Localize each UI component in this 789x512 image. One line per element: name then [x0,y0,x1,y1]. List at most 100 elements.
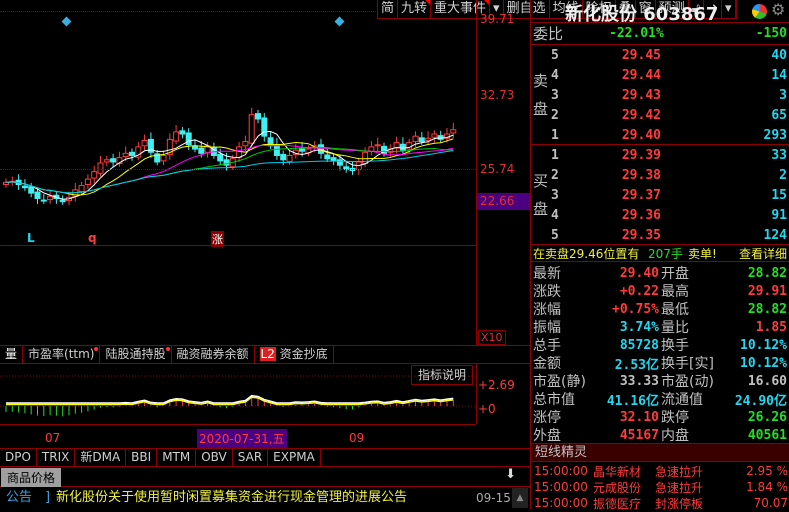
candle-body[interactable] [273,144,280,157]
stat-label: 外盘 [533,428,561,444]
candle-body[interactable] [122,152,129,158]
sprite-row[interactable]: 15:00:00 晶华新材 急速拉升 2.95 % [531,463,789,479]
stat-value: 33.33 [619,373,659,389]
stat-value: 16.60 [747,373,787,389]
candle-body[interactable] [160,155,167,162]
candle-body[interactable] [173,131,180,142]
book-row[interactable]: 3 29.37 15 [551,185,789,205]
candle-body[interactable] [40,199,47,202]
tab-margin[interactable]: 融资融券余额 [172,346,255,363]
level: 3 [551,187,559,203]
candle-body[interactable] [450,129,457,134]
candle-body[interactable] [47,195,54,201]
stat-label: 最高 [661,284,689,300]
nine-turn-button[interactable]: 九转 [398,0,432,18]
tab-bbi[interactable]: BBI [126,449,158,466]
book-row[interactable]: 4 29.44 14 [551,65,789,85]
book-row[interactable]: 2 29.42 65 [551,105,789,125]
sprite-header[interactable]: 短线精灵 [531,443,789,462]
stat-value: 45167 [619,427,659,443]
candle-body[interactable] [103,159,110,163]
download-icon[interactable]: ⬇ [505,467,516,482]
stat-label: 内盘 [661,428,689,444]
book-row[interactable]: 1 29.40 293 [551,125,789,145]
tab-mtm[interactable]: MTM [157,449,197,466]
stat-label: 换手[实] [661,356,714,372]
tab-dpo[interactable]: DPO [0,449,37,466]
goods-price-button[interactable]: 商品价格 [1,468,62,487]
pie-chart-icon[interactable] [752,4,767,19]
tab-volume[interactable]: 量 [0,346,24,363]
simple-button[interactable]: 简 [378,0,399,18]
candle-body[interactable] [425,137,432,141]
candle-body[interactable] [324,154,331,160]
tab-obv[interactable]: OBV [196,449,233,466]
view-details-link[interactable]: 查看详细 [739,245,787,262]
candle-body[interactable] [412,135,419,143]
candle-body[interactable] [236,146,243,159]
stat-label: 金额 [533,356,561,372]
tab-l2-bottom[interactable]: L2 资金抄底 [255,346,334,363]
candle-body[interactable] [280,153,287,161]
candle-body[interactable] [431,133,438,138]
book-row[interactable]: 3 29.43 3 [551,85,789,105]
candle-body[interactable] [84,178,91,186]
candle-body[interactable] [91,171,98,179]
candle-body[interactable] [141,139,148,147]
gear-icon[interactable]: ⚙ [771,0,785,19]
indicator-chart[interactable] [0,364,476,424]
candlestick-chart[interactable] [0,0,476,250]
tab-hk-connect[interactable]: 陆股通持股 [100,346,172,363]
sprite-row[interactable]: 15:00:00 元成股份 急速拉升 1.84 % [531,479,789,495]
candle-body[interactable] [198,147,205,154]
indicator-help-button[interactable]: 指标说明 [411,365,474,385]
candle-body[interactable] [59,199,66,203]
book-row[interactable]: 5 29.35 124 [551,225,789,245]
candle-body[interactable] [129,151,135,157]
book-row[interactable]: 2 29.38 2 [551,165,789,185]
multiplier-label[interactable]: X10 [478,330,506,345]
price: 29.40 [621,127,661,143]
candle-body[interactable] [248,114,255,144]
candle-body[interactable] [217,153,224,162]
tab-new-dma[interactable]: 新DMA [75,449,127,466]
level: 4 [551,67,559,83]
book-row[interactable]: 4 29.36 91 [551,205,789,225]
level: 2 [551,107,559,123]
notice-text[interactable]: 新化股份关于使用暂时闲置募集资金进行现金管理的进展公告 [56,488,407,508]
candle-body[interactable] [21,185,28,189]
tab-pe-ttm[interactable]: 市盈率(ttm) [23,346,101,363]
price: 29.36 [621,207,661,223]
stat-value: 29.91 [747,283,787,299]
candle-body[interactable] [399,143,406,151]
candle-body[interactable] [330,157,337,162]
candle-body[interactable] [192,145,198,150]
volume: 15 [771,187,787,203]
stat-label: 总市值 [533,392,575,408]
candle-body[interactable] [185,132,192,146]
notice-date: 09-15 [476,491,511,505]
candle-body[interactable] [78,185,85,192]
candle-body[interactable] [299,148,306,152]
tab-trix[interactable]: TRIX [37,449,76,466]
order-info-text: 在卖盘29.46位置有 [533,246,640,261]
tab-expma[interactable]: EXPMA [268,449,321,466]
candle-body[interactable] [110,158,117,163]
candle-body[interactable] [336,159,343,166]
tab-sar[interactable]: SAR [233,449,269,466]
candle-body[interactable] [255,113,261,120]
level: 5 [551,227,559,243]
candle-body[interactable] [34,191,41,199]
candle-body[interactable] [418,137,425,143]
book-row[interactable]: 1 29.39 33 [551,145,789,165]
candle-body[interactable] [286,155,293,162]
time: 15:00:00 [534,496,588,510]
candle-body[interactable] [374,144,381,147]
stat-row: 最新 29.40 开盘 28.82 [531,264,789,283]
candle-body[interactable] [242,141,249,147]
scroll-up-button[interactable]: ▲ [512,488,528,508]
book-row[interactable]: 5 29.45 40 [551,45,789,65]
candle-body[interactable] [28,186,35,194]
time: 15:00:00 [534,464,588,478]
candle-body[interactable] [179,130,186,135]
